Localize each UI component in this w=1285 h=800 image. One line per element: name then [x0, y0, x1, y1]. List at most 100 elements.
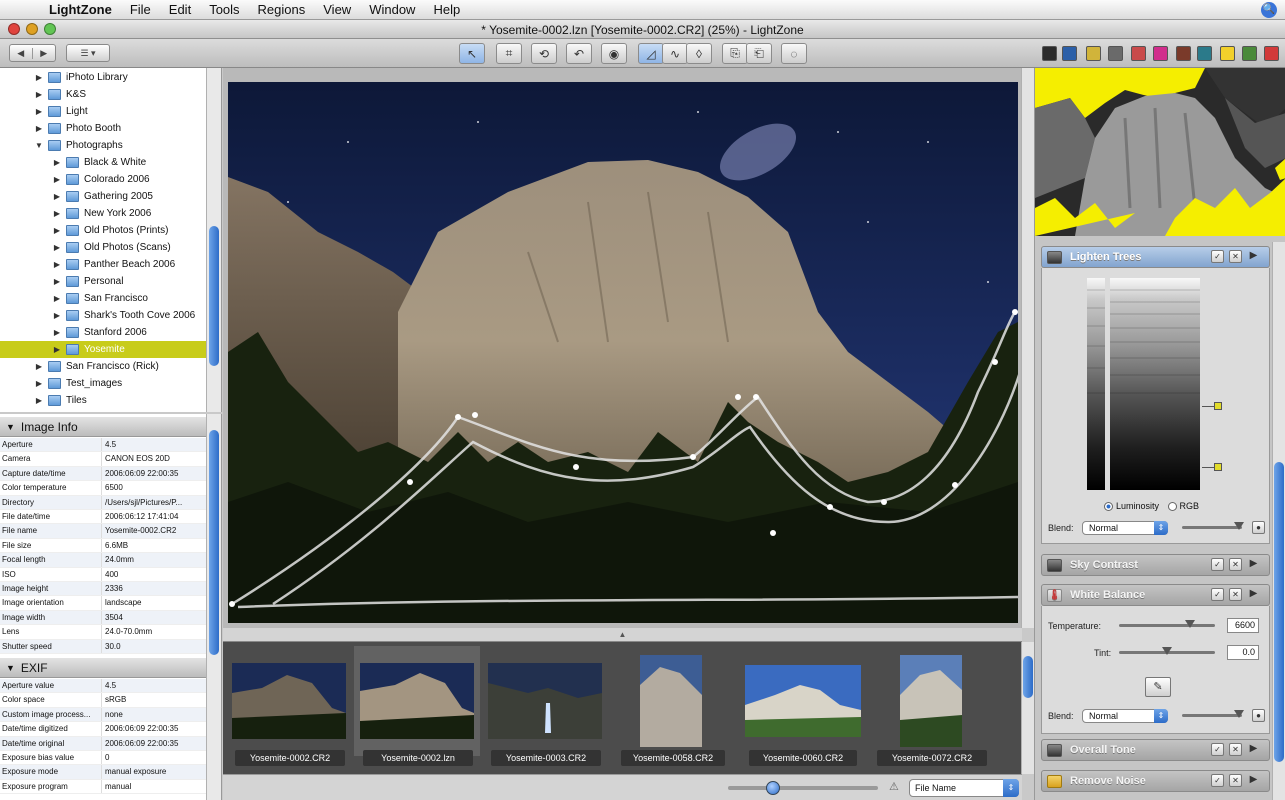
- menu-help[interactable]: Help: [424, 0, 469, 20]
- tool-palette-icon[interactable]: [1086, 46, 1101, 61]
- opacity-slider-knob[interactable]: [1234, 710, 1244, 718]
- tool-palette-icon[interactable]: [1108, 46, 1123, 61]
- tree-item[interactable]: ▶ Shark's Tooth Cove 2006: [0, 307, 206, 324]
- menu-edit[interactable]: Edit: [160, 0, 200, 20]
- disclosure-closed-icon[interactable]: ▶: [52, 175, 62, 184]
- tool-palette-icon[interactable]: [1220, 46, 1235, 61]
- temperature-slider[interactable]: [1119, 620, 1215, 628]
- thumbnail[interactable]: [229, 646, 349, 756]
- temperature-slider-knob[interactable]: [1185, 620, 1195, 628]
- disclosure-closed-icon[interactable]: ▶: [52, 192, 62, 201]
- enable-checkbox[interactable]: ✓: [1211, 558, 1224, 571]
- metadata-value[interactable]: 2006:06:12 17:41:04: [102, 510, 206, 523]
- disclosure-closed-icon[interactable]: ▶: [52, 226, 62, 235]
- expand-arrow-icon[interactable]: ▶: [1247, 558, 1260, 571]
- tree-item[interactable]: ▶ Light: [0, 103, 206, 120]
- tint-field[interactable]: 0.0: [1227, 645, 1259, 660]
- disclosure-closed-icon[interactable]: ▶: [52, 311, 62, 320]
- menu-window[interactable]: Window: [360, 0, 424, 20]
- tree-item[interactable]: ▶ Panther Beach 2006: [0, 256, 206, 273]
- thumbnail-selected[interactable]: [354, 646, 480, 756]
- remove-tool-button[interactable]: ✕: [1229, 774, 1242, 787]
- disclosure-closed-icon[interactable]: ▶: [34, 396, 44, 405]
- exif-header[interactable]: ▼ EXIF: [0, 658, 206, 678]
- opacity-slider-knob[interactable]: [1234, 522, 1244, 530]
- tool-lighten-trees[interactable]: Lighten Trees ✓ ✕ ▶: [1041, 246, 1270, 268]
- enable-checkbox[interactable]: ✓: [1211, 743, 1224, 756]
- tree-item[interactable]: ▶ San Francisco: [0, 290, 206, 307]
- tree-item[interactable]: ▶ Personal: [0, 273, 206, 290]
- enable-checkbox[interactable]: ✓: [1211, 774, 1224, 787]
- crop-tool-icon[interactable]: ⌗: [496, 43, 522, 64]
- disclosure-closed-icon[interactable]: ▶: [52, 277, 62, 286]
- undo-redo-icon[interactable]: ↶: [566, 43, 592, 64]
- thumbnail[interactable]: [891, 646, 971, 756]
- region-freehand-icon[interactable]: ◊: [686, 43, 712, 64]
- rgb-radio[interactable]: [1167, 502, 1177, 512]
- remove-tool-button[interactable]: ✕: [1229, 588, 1242, 601]
- metadata-value[interactable]: 4.5: [102, 679, 206, 692]
- expand-arrow-icon[interactable]: ▶: [1247, 774, 1260, 787]
- enable-checkbox[interactable]: ✓: [1211, 250, 1224, 263]
- disclosure-closed-icon[interactable]: ▶: [34, 124, 44, 133]
- tree-item[interactable]: ▼ Photographs: [0, 137, 206, 154]
- tool-palette-icon[interactable]: [1062, 46, 1077, 61]
- tool-palette-icon[interactable]: [1153, 46, 1168, 61]
- metadata-value[interactable]: /Users/sjl/Pictures/P...: [102, 496, 206, 509]
- disclosure-closed-icon[interactable]: ▶: [52, 260, 62, 269]
- tree-item[interactable]: ▶ iPhoto Library: [0, 69, 206, 86]
- metadata-value[interactable]: 24.0mm: [102, 553, 206, 566]
- tool-palette-icon[interactable]: [1131, 46, 1146, 61]
- disclosure-closed-icon[interactable]: ▶: [34, 362, 44, 371]
- image-canvas[interactable]: [223, 68, 1034, 628]
- metadata-value[interactable]: 3504: [102, 611, 206, 624]
- tree-item[interactable]: ▶ Old Photos (Scans): [0, 239, 206, 256]
- collapse-arrow-icon[interactable]: ▶: [1247, 250, 1260, 263]
- tool-palette-icon[interactable]: [1042, 46, 1057, 61]
- tree-item[interactable]: ▶ New York 2006: [0, 205, 206, 222]
- thumbnail[interactable]: [743, 646, 863, 756]
- tree-item[interactable]: ▶ Tiles: [0, 392, 206, 409]
- opacity-slider[interactable]: [1182, 522, 1244, 530]
- disclosure-closed-icon[interactable]: ▶: [34, 90, 44, 99]
- expand-arrow-icon[interactable]: ▶: [1247, 743, 1260, 756]
- collapse-arrow-icon[interactable]: ▶: [1247, 588, 1260, 601]
- metadata-value[interactable]: none: [102, 708, 206, 721]
- disclosure-closed-icon[interactable]: ▶: [52, 328, 62, 337]
- metadata-value[interactable]: sRGB: [102, 693, 206, 706]
- tint-slider[interactable]: [1119, 647, 1215, 655]
- clear-region-icon[interactable]: ◌: [781, 43, 807, 64]
- back-button[interactable]: ◀: [10, 47, 33, 59]
- menu-tools[interactable]: Tools: [200, 0, 248, 20]
- metadata-value[interactable]: 2006:06:09 22:00:35: [102, 722, 206, 735]
- tree-item[interactable]: ▶ Test_images: [0, 375, 206, 392]
- metadata-value[interactable]: 400: [102, 568, 206, 581]
- tint-slider-knob[interactable]: [1162, 647, 1172, 655]
- thumbnail-size-knob[interactable]: [766, 781, 780, 795]
- disclosure-closed-icon[interactable]: ▶: [52, 294, 62, 303]
- image-info-header[interactable]: ▼ Image Info: [0, 417, 206, 437]
- remove-tool-button[interactable]: ✕: [1229, 250, 1242, 263]
- metadata-value[interactable]: 6.6MB: [102, 539, 206, 552]
- opacity-slider[interactable]: [1182, 710, 1244, 718]
- luminosity-radio[interactable]: [1104, 502, 1113, 512]
- metadata-value[interactable]: 2336: [102, 582, 206, 595]
- remove-tool-button[interactable]: ✕: [1229, 558, 1242, 571]
- disclosure-closed-icon[interactable]: ▶: [34, 107, 44, 116]
- tool-remove-noise[interactable]: Remove Noise ✓ ✕ ▶: [1041, 770, 1270, 792]
- tree-item[interactable]: ▶ Old Photos (Prints): [0, 222, 206, 239]
- tree-item[interactable]: ▶ Yosemite: [0, 341, 206, 358]
- canvas-scrollbar[interactable]: [1021, 68, 1034, 628]
- tools-scroll-thumb[interactable]: [1274, 462, 1284, 762]
- tree-item[interactable]: ▶ K&S: [0, 86, 206, 103]
- blend-select[interactable]: Normal ⇕: [1082, 709, 1168, 723]
- region-spline-icon[interactable]: ∿: [662, 43, 688, 64]
- menu-view[interactable]: View: [314, 0, 360, 20]
- opacity-toggle[interactable]: ●: [1252, 521, 1265, 534]
- info-scroll-thumb[interactable]: [209, 430, 219, 655]
- tree-scroll-thumb[interactable]: [209, 226, 219, 366]
- disclosure-closed-icon[interactable]: ▶: [52, 158, 62, 167]
- menu-regions[interactable]: Regions: [249, 0, 315, 20]
- disclosure-open-icon[interactable]: ▼: [34, 141, 44, 150]
- thumbnail[interactable]: [631, 646, 711, 756]
